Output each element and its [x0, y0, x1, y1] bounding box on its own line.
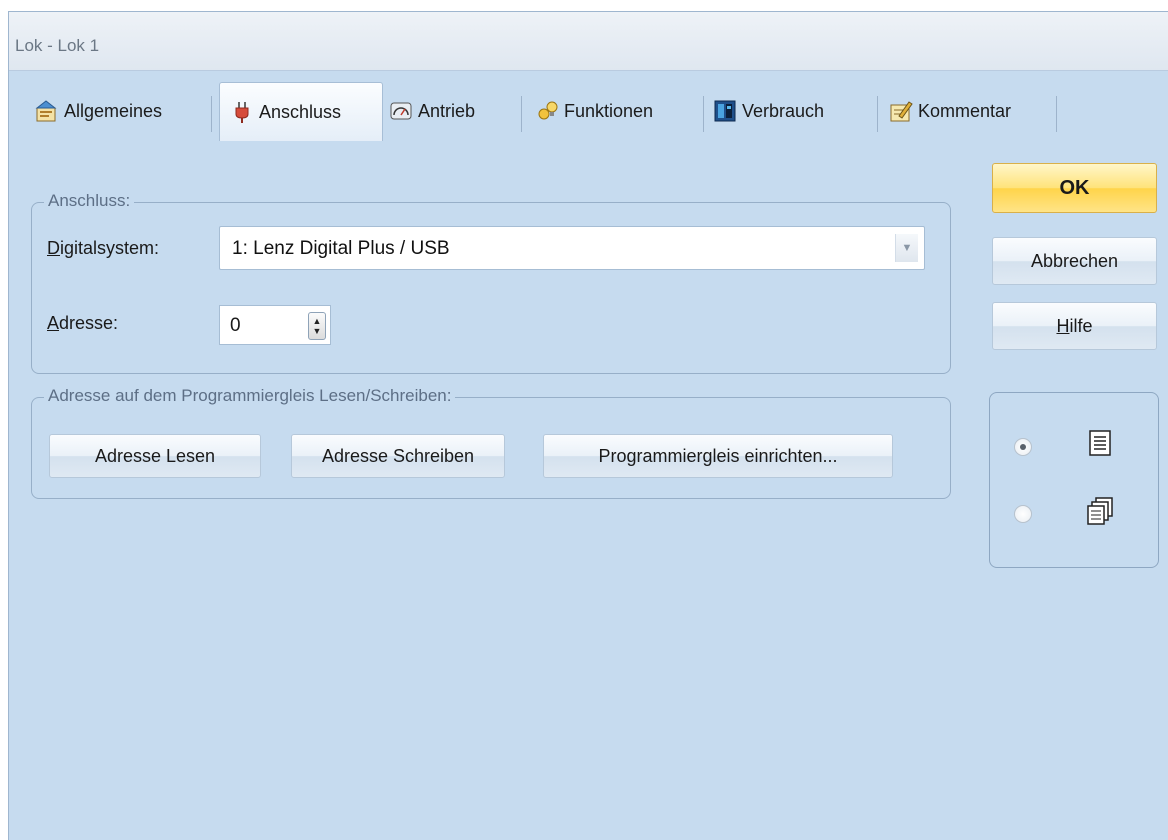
read-address-button[interactable]: Adresse Lesen — [49, 434, 261, 478]
title-bar: Lok - Lok 1 — [9, 12, 1168, 71]
single-page-icon[interactable] — [1088, 429, 1112, 462]
tab-label: Kommentar — [918, 100, 1012, 121]
tab-label: Verbrauch — [742, 100, 825, 121]
tab-bar: Allgemeines Anschluss Antrieb Funktionen… — [9, 70, 1168, 144]
digitalsystem-label: Digitalsystem: — [47, 238, 160, 258]
write-address-button[interactable]: Adresse Schreiben — [291, 434, 505, 478]
connection-group-legend: Anschluss: — [44, 191, 135, 211]
view-multi-radio[interactable] — [1014, 505, 1032, 523]
tab-label: Funktionen — [564, 100, 654, 121]
battery-icon — [713, 99, 737, 123]
digitalsystem-value: 1: Lenz Digital Plus / USB — [232, 238, 450, 259]
tab-allgemeines[interactable]: Allgemeines — [31, 87, 166, 135]
tab-label: Anschluss — [259, 101, 342, 122]
tab-verbrauch[interactable]: Verbrauch — [709, 87, 828, 135]
properties-icon — [35, 99, 59, 123]
view-mode-group — [989, 392, 1159, 568]
dialog-window: Lok - Lok 1 Allgemeines Anschluss Antrie… — [8, 11, 1168, 840]
cancel-button[interactable]: Abbrechen — [992, 237, 1157, 285]
address-stepper[interactable]: 0 ▲ ▼ — [219, 305, 331, 345]
tab-anschluss[interactable]: Anschluss — [219, 82, 383, 141]
spinner-arrows-icon[interactable]: ▲ ▼ — [308, 312, 326, 340]
tab-label: Allgemeines — [64, 100, 163, 121]
ok-button[interactable]: OK — [992, 163, 1157, 213]
programming-group-legend: Adresse auf dem Programmiergleis Lesen/S… — [44, 386, 456, 406]
digitalsystem-select[interactable]: 1: Lenz Digital Plus / USB ▼ — [219, 226, 925, 270]
multi-page-icon[interactable] — [1086, 496, 1114, 531]
tab-funktionen[interactable]: Funktionen — [531, 87, 657, 135]
chevron-down-icon[interactable]: ▼ — [895, 234, 918, 262]
tab-label: Antrieb — [418, 100, 476, 121]
bulb-icon — [535, 99, 559, 123]
address-label: Adresse: — [47, 313, 119, 333]
tab-antrieb[interactable]: Antrieb — [385, 87, 479, 135]
view-single-radio[interactable] — [1014, 438, 1032, 456]
plug-icon — [230, 100, 254, 124]
help-button[interactable]: Hilfe — [992, 302, 1157, 350]
setup-programming-track-button[interactable]: Programmiergleis einrichten... — [543, 434, 893, 478]
window-title: Lok - Lok 1 — [15, 36, 100, 55]
tab-kommentar[interactable]: Kommentar — [885, 87, 1015, 135]
gauge-icon — [389, 99, 413, 123]
address-value: 0 — [230, 315, 241, 336]
note-pencil-icon — [889, 99, 913, 123]
